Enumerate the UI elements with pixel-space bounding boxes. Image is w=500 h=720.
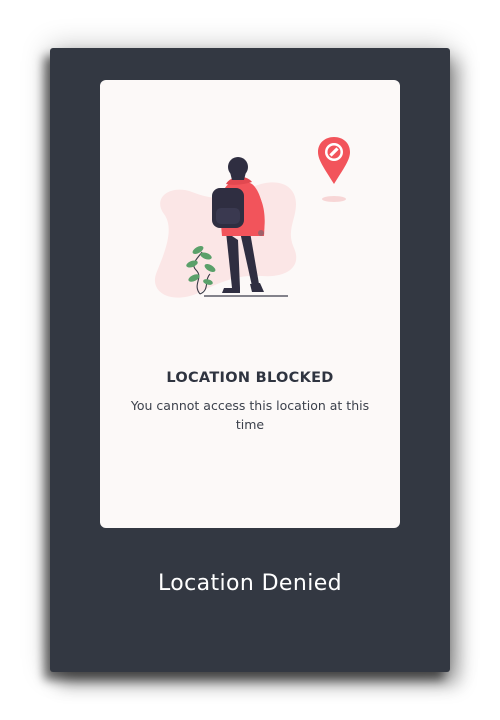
page-caption: Location Denied xyxy=(157,571,343,596)
dark-panel: LOCATION BLOCKED You cannot access this … xyxy=(50,48,450,672)
blocked-location-illustration xyxy=(154,137,350,298)
blocked-location-pin-icon xyxy=(318,137,350,202)
status-card: LOCATION BLOCKED You cannot access this … xyxy=(100,80,400,528)
card-message: You cannot access this location at this … xyxy=(130,398,370,432)
screen: LOCATION BLOCKED You cannot access this … xyxy=(0,0,500,720)
card-title: LOCATION BLOCKED xyxy=(166,370,334,386)
